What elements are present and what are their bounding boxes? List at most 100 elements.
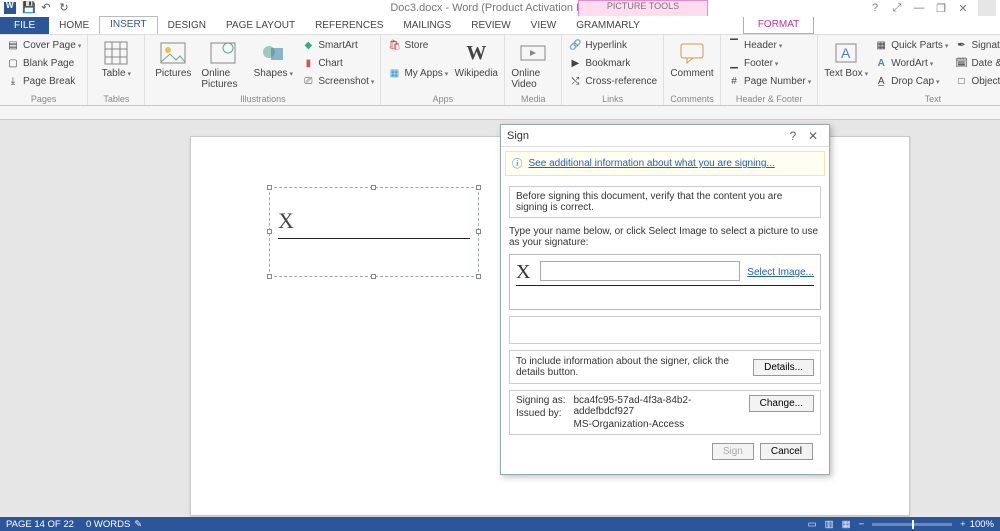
table-button[interactable]: Table bbox=[94, 37, 138, 79]
issued-by-value: MS-Organization-Access bbox=[573, 419, 740, 430]
close-icon[interactable]: ✕ bbox=[956, 2, 970, 15]
group-tables: Table Tables bbox=[88, 35, 145, 105]
tab-file[interactable]: FILE bbox=[0, 17, 49, 34]
resize-handle[interactable] bbox=[371, 185, 376, 190]
online-pictures-icon bbox=[209, 39, 237, 67]
signature-name-input[interactable] bbox=[540, 261, 740, 281]
text-box-button[interactable]: AText Box bbox=[824, 37, 868, 79]
page-break-button[interactable]: ⤓Page Break bbox=[6, 73, 81, 89]
cancel-button[interactable]: Cancel bbox=[760, 443, 813, 460]
tab-insert[interactable]: INSERT bbox=[99, 16, 158, 34]
tab-grammarly[interactable]: GRAMMARLY bbox=[566, 18, 650, 34]
screenshot-button[interactable]: ⎚Screenshot bbox=[301, 73, 374, 89]
help-icon[interactable]: ? bbox=[868, 2, 882, 14]
bookmark-button[interactable]: ▶Bookmark bbox=[568, 55, 657, 71]
resize-handle[interactable] bbox=[476, 185, 481, 190]
spellcheck-icon[interactable]: ✎ bbox=[134, 519, 142, 530]
tab-mailings[interactable]: MAILINGS bbox=[393, 18, 461, 34]
dialog-help-icon[interactable]: ? bbox=[783, 129, 803, 143]
cross-reference-button[interactable]: ⤭Cross-reference bbox=[568, 73, 657, 89]
readmode-icon[interactable]: ▭ bbox=[808, 519, 817, 530]
hyperlink-icon: 🔗 bbox=[568, 38, 582, 52]
minimize-icon[interactable]: — bbox=[912, 2, 926, 14]
ribbon-options-icon[interactable]: ⤢ bbox=[890, 2, 904, 15]
info-link[interactable]: See additional information about what yo… bbox=[529, 158, 775, 169]
shapes-icon bbox=[259, 39, 287, 67]
online-pictures-button[interactable]: Online Pictures bbox=[201, 37, 245, 90]
date-time-button[interactable]: 🗓Date & Time bbox=[954, 55, 1000, 71]
dialog-close-icon[interactable]: ✕ bbox=[803, 129, 823, 143]
wordart-button[interactable]: AWordArt bbox=[874, 55, 948, 71]
header-icon: ▔ bbox=[727, 38, 741, 52]
footer-button[interactable]: ▁Footer bbox=[727, 55, 811, 71]
resize-handle[interactable] bbox=[267, 229, 272, 234]
resize-handle[interactable] bbox=[267, 185, 272, 190]
tab-review[interactable]: REVIEW bbox=[461, 18, 520, 34]
status-page[interactable]: PAGE 14 OF 22 bbox=[6, 519, 74, 530]
wordart-icon: A bbox=[874, 56, 888, 70]
details-button[interactable]: Details... bbox=[753, 359, 814, 376]
object-icon: □ bbox=[954, 74, 968, 88]
resize-handle[interactable] bbox=[371, 274, 376, 279]
wikipedia-button[interactable]: WWikipedia bbox=[454, 37, 498, 79]
status-words[interactable]: 0 WORDS bbox=[86, 519, 130, 530]
quick-parts-button[interactable]: ▦Quick Parts bbox=[874, 37, 948, 53]
signature-input-box: X Select Image... bbox=[509, 254, 821, 310]
tab-design[interactable]: DESIGN bbox=[158, 18, 216, 34]
signature-line-button[interactable]: ✒Signature Line bbox=[954, 37, 1000, 53]
tab-home[interactable]: HOME bbox=[49, 18, 99, 34]
shapes-button[interactable]: Shapes bbox=[251, 37, 295, 79]
undo-icon[interactable]: ↶ bbox=[40, 2, 52, 14]
sign-button[interactable]: Sign bbox=[712, 443, 754, 460]
resize-handle[interactable] bbox=[476, 229, 481, 234]
save-icon[interactable]: 💾 bbox=[22, 2, 34, 14]
tab-view[interactable]: VIEW bbox=[521, 18, 567, 34]
tab-format[interactable]: FORMAT bbox=[743, 17, 814, 34]
page-number-button[interactable]: #Page Number bbox=[727, 73, 811, 89]
zoom-level[interactable]: 100% bbox=[970, 519, 994, 530]
signature-line bbox=[278, 238, 470, 239]
pictures-button[interactable]: Pictures bbox=[151, 37, 195, 79]
page-number-icon: # bbox=[727, 74, 741, 88]
select-image-link[interactable]: Select Image... bbox=[747, 267, 814, 278]
change-button[interactable]: Change... bbox=[749, 395, 814, 412]
details-row: To include information about the signer,… bbox=[509, 350, 821, 384]
drop-cap-button[interactable]: A̲Drop Cap bbox=[874, 73, 948, 89]
signature-icon: ✒ bbox=[954, 38, 968, 52]
details-text: To include information about the signer,… bbox=[516, 356, 753, 378]
online-video-button[interactable]: Online Video bbox=[511, 37, 555, 90]
cover-page-button[interactable]: ▤Cover Page bbox=[6, 37, 81, 53]
word-icon bbox=[4, 2, 16, 14]
avatar[interactable] bbox=[978, 0, 996, 16]
comment-button[interactable]: Comment bbox=[670, 37, 714, 79]
tab-pagelayout[interactable]: PAGE LAYOUT bbox=[216, 18, 305, 34]
myapps-button[interactable]: ▦My Apps bbox=[387, 65, 448, 81]
zoom-out-icon[interactable]: − bbox=[859, 519, 865, 530]
zoom-slider[interactable] bbox=[872, 523, 952, 526]
blank-page-button[interactable]: ▢Blank Page bbox=[6, 55, 81, 71]
chart-button[interactable]: ▮Chart bbox=[301, 55, 374, 71]
restore-icon[interactable]: ❐ bbox=[934, 2, 948, 15]
store-button[interactable]: 🛍Store bbox=[387, 37, 448, 53]
dialog-titlebar[interactable]: Sign ? ✕ bbox=[501, 125, 829, 147]
printlayout-icon[interactable]: ▥ bbox=[825, 519, 834, 530]
weblayout-icon[interactable]: ▦ bbox=[842, 519, 851, 530]
ribbon-tabs: FILE HOME INSERT DESIGN PAGE LAYOUT REFE… bbox=[0, 16, 1000, 34]
hyperlink-button[interactable]: 🔗Hyperlink bbox=[568, 37, 657, 53]
redo-icon[interactable]: ↻ bbox=[58, 2, 70, 14]
zoom-in-icon[interactable]: + bbox=[960, 519, 966, 530]
ribbon: ▤Cover Page ▢Blank Page ⤓Page Break Page… bbox=[0, 34, 1000, 106]
resize-handle[interactable] bbox=[476, 274, 481, 279]
page-break-icon: ⤓ bbox=[6, 74, 20, 88]
smartart-button[interactable]: ◆SmartArt bbox=[301, 37, 374, 53]
table-icon bbox=[102, 39, 130, 67]
tab-references[interactable]: REFERENCES bbox=[305, 18, 393, 34]
ruler[interactable] bbox=[0, 106, 1000, 120]
date-time-icon: 🗓 bbox=[954, 56, 968, 70]
object-button[interactable]: □Object bbox=[954, 73, 1000, 89]
group-links: 🔗Hyperlink ▶Bookmark ⤭Cross-reference Li… bbox=[562, 35, 664, 105]
quick-access-toolbar: 💾 ↶ ↻ bbox=[0, 2, 70, 14]
header-button[interactable]: ▔Header bbox=[727, 37, 811, 53]
resize-handle[interactable] bbox=[267, 274, 272, 279]
signature-line-object[interactable]: X bbox=[269, 187, 479, 277]
